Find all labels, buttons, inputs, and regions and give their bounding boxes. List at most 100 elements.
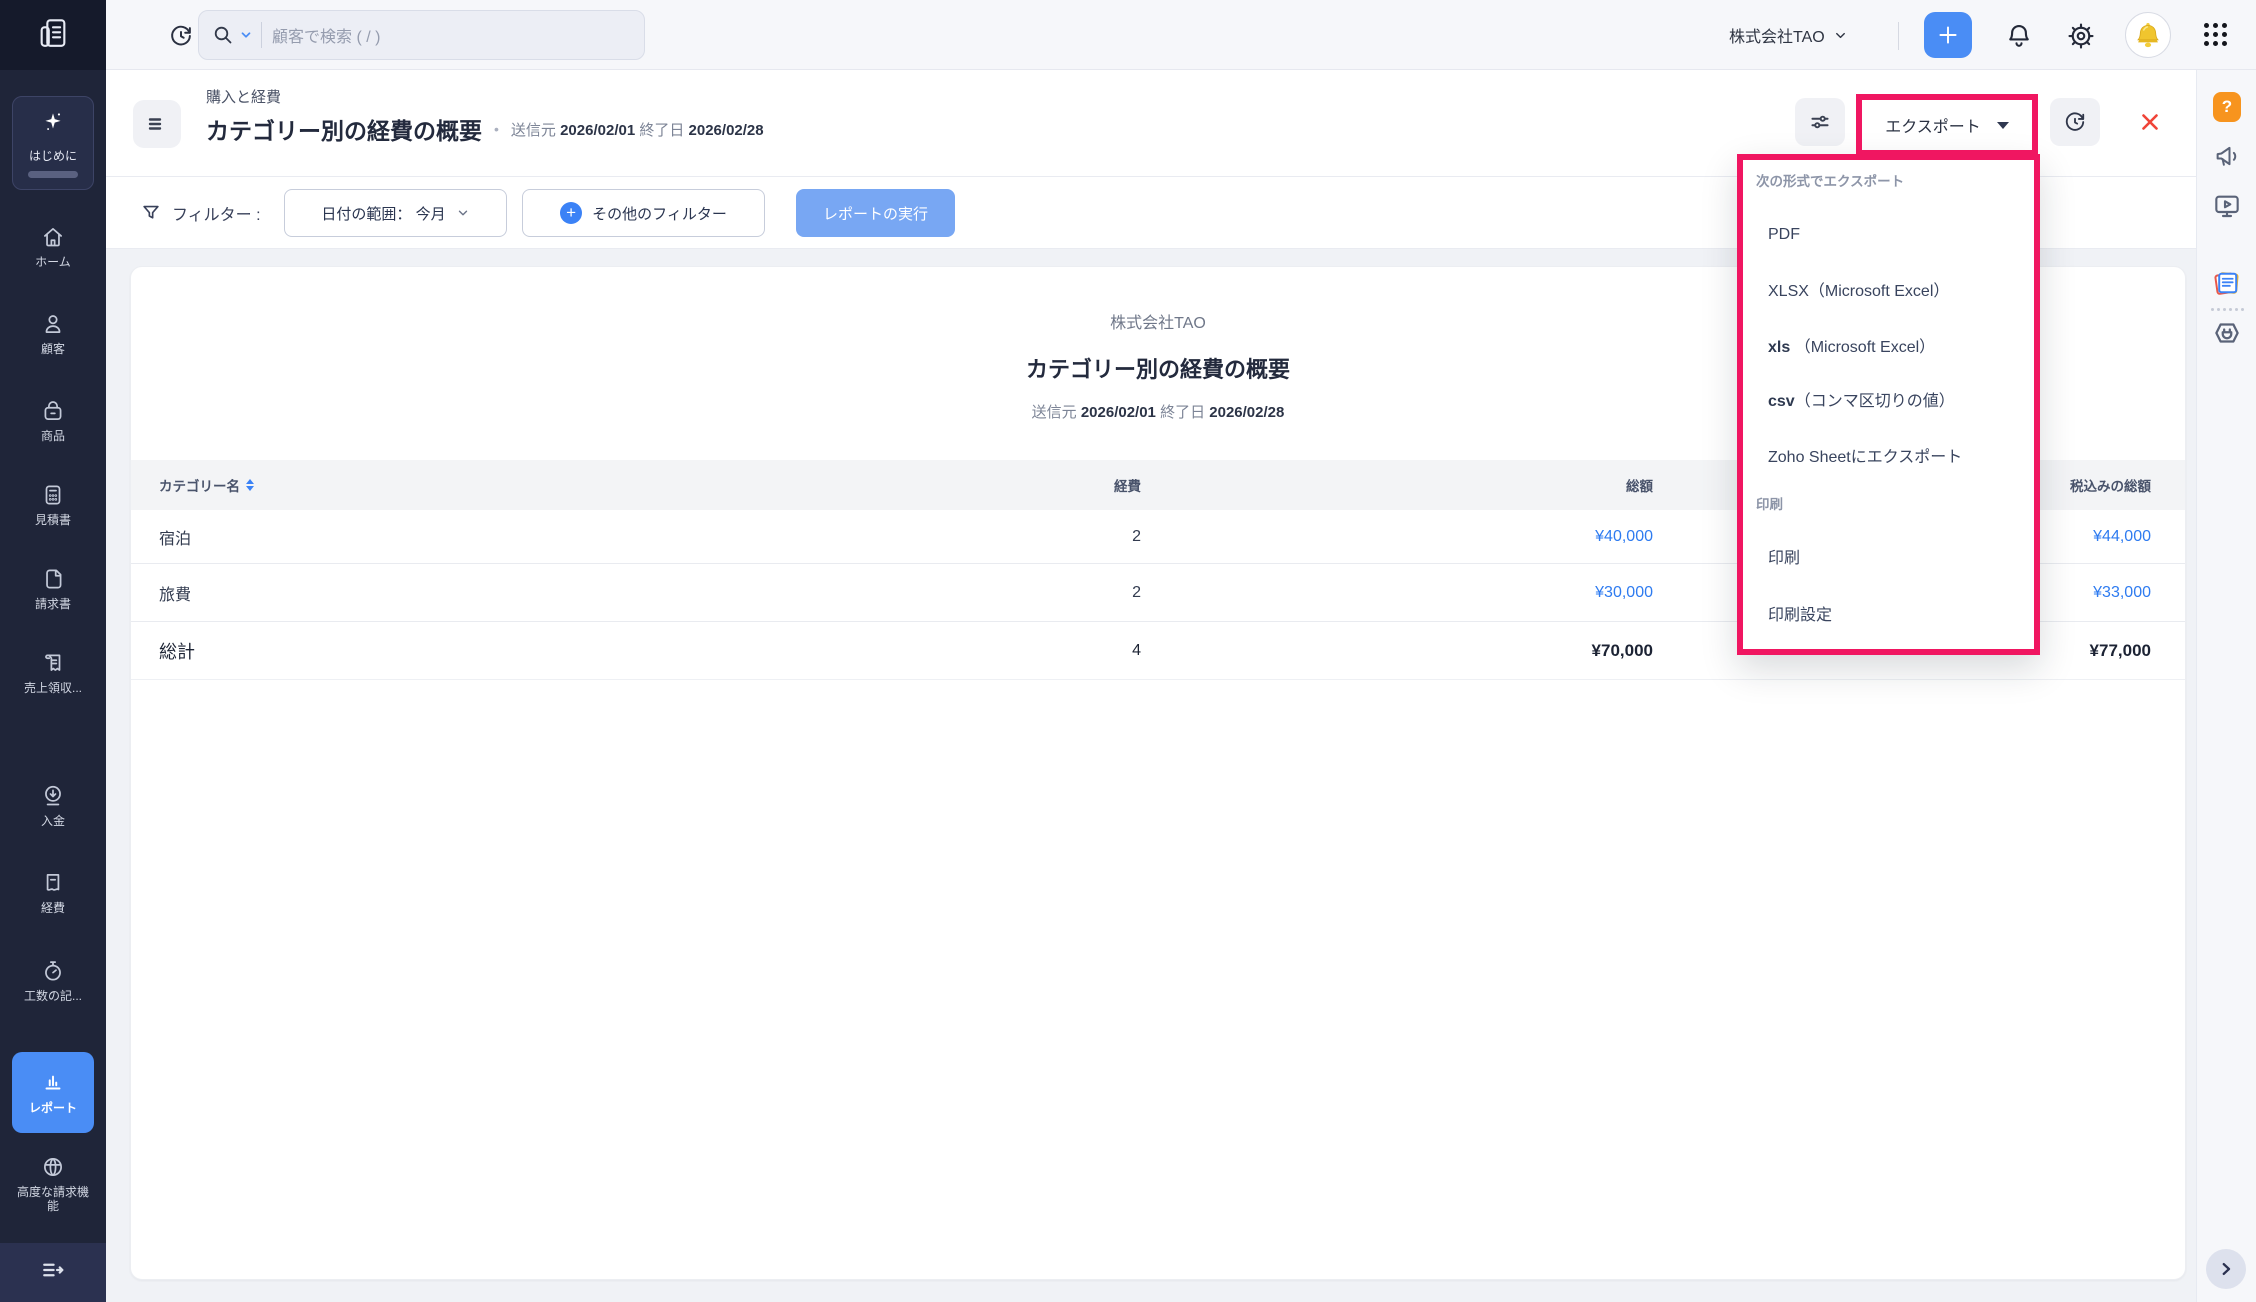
nav-label: 高度な請求機能 [0, 1185, 106, 1214]
notifications-button[interactable] [2004, 21, 2034, 51]
getting-started-label: はじめに [29, 147, 77, 164]
column-header-total[interactable]: 総額 [1141, 475, 1653, 495]
help-button[interactable]: ? [2213, 92, 2241, 122]
sliders-icon [1807, 109, 1833, 135]
funnel-icon [140, 202, 162, 224]
more-filters-label: その他のフィルター [592, 203, 727, 224]
date-range-value: 日付の範囲： 今月 [321, 203, 445, 224]
quick-create-button[interactable] [1924, 12, 1972, 58]
export-dropdown-menu: 次の形式でエクスポート PDF XLSX（Microsoft Excel） xls （… [1737, 154, 2040, 655]
table-cell: 旅費 [159, 581, 631, 605]
menu-section-label: 印刷 [1756, 493, 1783, 517]
recent-history-button[interactable] [165, 20, 197, 52]
sidebar-item-sales-receipts[interactable]: 売上領収... [0, 650, 106, 695]
chevron-right-icon [2217, 1260, 2235, 1278]
total-label: 総計 [159, 638, 631, 664]
getting-started-progress [28, 171, 78, 178]
hamburger-icon [145, 112, 169, 136]
menu-section-label: 次の形式でエクスポート [1756, 170, 1904, 194]
refresh-report-button[interactable] [2050, 98, 2100, 146]
nav-label: 見積書 [0, 513, 106, 527]
close-report-button[interactable] [2134, 106, 2166, 138]
menu-item[interactable]: PDF [1768, 223, 1800, 247]
menu-item[interactable]: 印刷設定 [1768, 604, 1832, 628]
expand-panel-button[interactable] [2206, 1249, 2246, 1289]
sidebar-item-time-tracking[interactable]: 工数の記... [0, 958, 106, 1003]
refresh-icon [2062, 109, 2088, 135]
export-button[interactable]: エクスポート [1862, 100, 2032, 150]
menu-item[interactable]: xls （Microsoft Excel） [1768, 336, 1935, 360]
topbar: 顧客で検索 ( / ) 株式会社TAO [106, 0, 2256, 70]
sidebar-item-home[interactable]: ホーム [0, 224, 106, 269]
bell-icon [2004, 21, 2034, 51]
search-divider [261, 22, 262, 48]
column-header-expense-count[interactable]: 経費 [631, 475, 1141, 495]
avatar-bell-image [2131, 18, 2165, 52]
sidebar-item-payments[interactable]: 入金 [0, 783, 106, 828]
announcements-button[interactable] [2197, 141, 2256, 171]
menu-item[interactable]: XLSX（Microsoft Excel） [1768, 280, 1949, 304]
video-player-icon [2211, 190, 2243, 222]
sidebar-item-quotes[interactable]: 見積書 [0, 482, 106, 527]
search-placeholder: 顧客で検索 ( / ) [272, 23, 380, 47]
menu-item[interactable]: 印刷 [1768, 547, 1800, 571]
table-cell: 2 [631, 584, 1141, 602]
nav-label: 工数の記... [0, 989, 106, 1003]
integrations-button[interactable] [2197, 316, 2256, 350]
total-count: 4 [631, 642, 1141, 660]
meta-separator: • [494, 121, 499, 137]
customize-columns-button[interactable] [1795, 98, 1845, 146]
page-title: カテゴリー別の経費の概要 [206, 112, 482, 146]
amount-link[interactable]: ¥40,000 [1141, 528, 1653, 546]
amount-link[interactable]: ¥30,000 [1141, 584, 1653, 602]
more-filters-button[interactable]: + その他のフィルター [522, 189, 765, 237]
plus-icon [1935, 22, 1961, 48]
documents-stack-icon [2210, 266, 2244, 300]
nav-label: 顧客 [0, 342, 106, 356]
report-to-date: 2026/02/28 [1209, 404, 1284, 421]
sidebar-item-advanced-billing[interactable]: 高度な請求機能 [0, 1154, 106, 1214]
close-icon [2137, 109, 2163, 135]
books-logo-icon [36, 16, 70, 55]
date-range-filter-button[interactable]: 日付の範囲： 今月 [284, 189, 507, 237]
report-from-date: 2026/02/01 [1081, 404, 1156, 421]
search-input[interactable]: 顧客で検索 ( / ) [198, 10, 645, 60]
org-name: 株式会社TAO [1729, 23, 1825, 47]
rail-separator [2197, 308, 2256, 311]
sidebar-collapse-button[interactable] [0, 1243, 106, 1302]
avatar[interactable] [2125, 12, 2171, 58]
breadcrumb[interactable]: 購入と経費 [206, 86, 281, 107]
run-report-button[interactable]: レポートの実行 [796, 189, 955, 237]
apps-grid-icon[interactable] [2204, 23, 2230, 49]
sidebar-item-expenses[interactable]: 経費 [0, 870, 106, 915]
column-header-category[interactable]: カテゴリー名 [159, 475, 631, 495]
collapse-arrow-icon [39, 1256, 67, 1289]
menu-item[interactable]: Zoho Sheetにエクスポート [1768, 446, 1962, 470]
sort-icon[interactable] [246, 479, 254, 491]
sparkle-icon [40, 109, 66, 140]
table-cell: 2 [631, 528, 1141, 546]
sidebar-item-invoices[interactable]: 請求書 [0, 566, 106, 611]
sidebar: はじめに ホーム 顧客 商品 見積書 請求書 売上領収... 入金 経費 工数の… [0, 0, 106, 1302]
from-date: 2026/02/01 [560, 122, 635, 139]
report-from-label: 送信元 [1032, 404, 1077, 421]
video-tutorials-button[interactable] [2197, 190, 2256, 222]
menu-item[interactable]: csv（コンマ区切りの値） [1768, 390, 1955, 414]
resources-button[interactable] [2197, 266, 2256, 300]
app-logo[interactable] [0, 0, 106, 70]
reports-menu-button[interactable] [133, 100, 181, 148]
sidebar-item-customers[interactable]: 顧客 [0, 311, 106, 356]
org-switcher[interactable]: 株式会社TAO [1729, 0, 1848, 70]
settings-button[interactable] [2066, 21, 2096, 51]
chevron-down-icon [456, 206, 470, 220]
to-date: 2026/02/28 [689, 122, 764, 139]
nav-label: レポート [21, 1101, 85, 1115]
sidebar-item-getting-started[interactable]: はじめに [12, 96, 94, 190]
search-scope-chevron-icon[interactable] [239, 28, 253, 42]
export-button-label: エクスポート [1885, 113, 1981, 137]
megaphone-icon [2212, 141, 2242, 171]
caret-down-icon [1997, 122, 2009, 129]
sidebar-item-reports-active[interactable]: レポート [12, 1052, 94, 1133]
sidebar-item-items[interactable]: 商品 [0, 398, 106, 443]
to-label: 終了日 [639, 122, 684, 139]
